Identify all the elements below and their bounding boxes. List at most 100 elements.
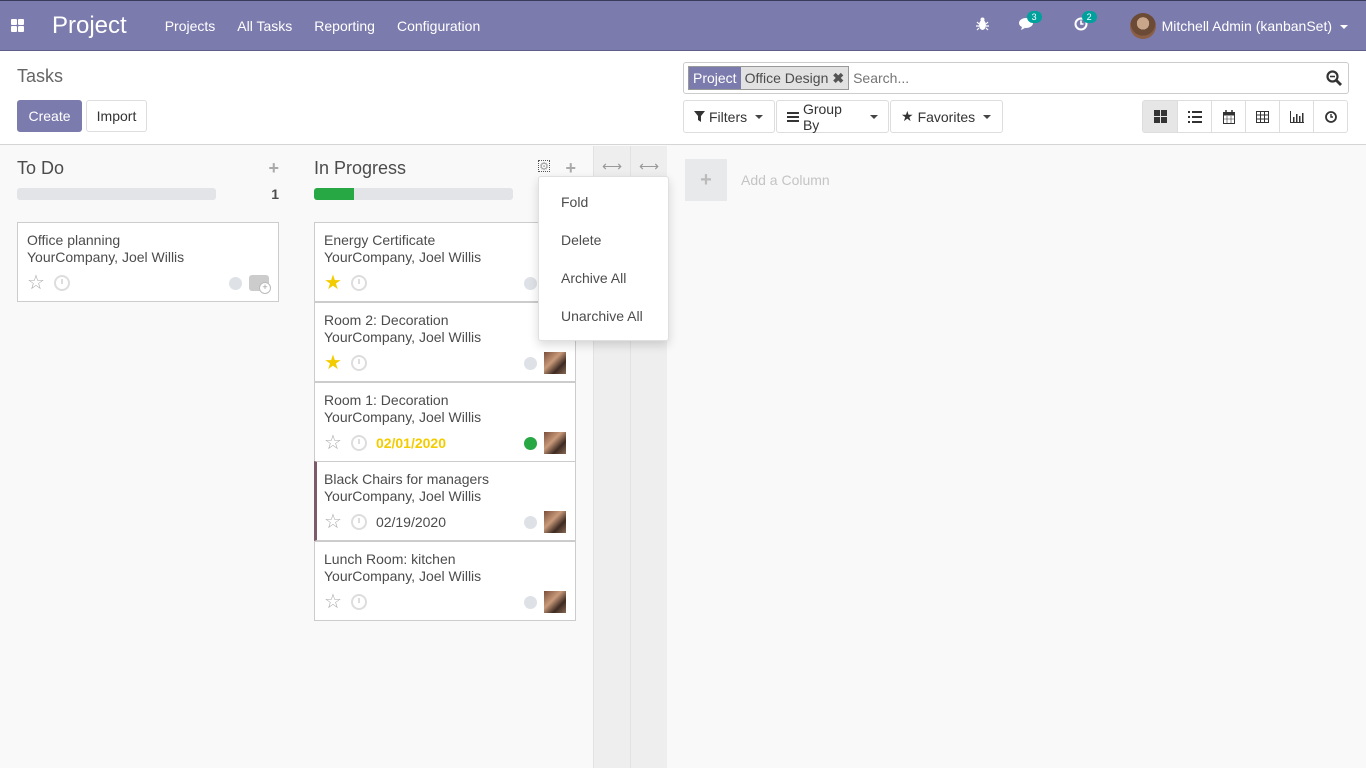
card-subtitle: YourCompany, Joel Willis	[324, 409, 482, 425]
apps-icon[interactable]	[11, 19, 24, 32]
calendar-view-button[interactable]	[1211, 101, 1245, 132]
view-switcher	[1142, 100, 1348, 133]
gear-icon[interactable]: ⚙	[538, 160, 550, 173]
activity-view-button[interactable]	[1313, 101, 1347, 132]
clock-icon[interactable]: 2	[1074, 11, 1097, 34]
control-panel: Tasks Create Import Project Office Desig…	[0, 51, 1366, 145]
kanban-board: To Do + 1 Office planning YourCompany, J…	[0, 146, 1366, 768]
task-card[interactable]: Room 1: Decoration YourCompany, Joel Wil…	[314, 382, 576, 462]
unfold-arrows-icon[interactable]: ⟷	[594, 158, 630, 175]
add-column[interactable]: + Add a Column	[685, 159, 830, 201]
kanban-state-dot[interactable]	[524, 436, 537, 450]
activity-clock-icon[interactable]	[350, 514, 367, 530]
column-title[interactable]: To Do	[17, 158, 64, 179]
kanban-state-dot[interactable]	[229, 276, 242, 290]
user-menu[interactable]: Mitchell Admin (kanbanSet)	[1162, 18, 1348, 34]
kanban-state-dot[interactable]	[524, 356, 537, 370]
kanban-column-todo: To Do + 1 Office planning YourCompany, J…	[17, 146, 279, 302]
card-subtitle: YourCompany, Joel Willis	[324, 568, 482, 584]
messages-badge: 3	[1026, 11, 1042, 23]
assignee-avatar	[544, 591, 566, 613]
user-name: Mitchell Admin (kanbanSet)	[1161, 17, 1332, 34]
task-card[interactable]: Room 2: Decoration YourCompany, Joel Wil…	[314, 302, 576, 382]
facet-value: Office Design ✖	[740, 67, 849, 89]
card-subtitle: YourCompany, Joel Willis	[324, 329, 482, 345]
card-subtitle: YourCompany, Joel Willis	[27, 249, 185, 265]
star-icon[interactable]: ★	[324, 353, 342, 373]
search-bar: Project Office Design ✖	[683, 62, 1349, 94]
group-by-button[interactable]: Group By	[776, 100, 889, 133]
favorites-label: Favorites	[917, 108, 976, 125]
card-title: Office planning	[27, 232, 121, 248]
calendar-icon	[1222, 109, 1235, 124]
clock-icon	[1324, 110, 1337, 123]
column-progress-bar[interactable]	[17, 188, 216, 200]
menu-item-delete[interactable]: Delete	[539, 221, 668, 259]
unfold-arrows-icon[interactable]: ⟷	[631, 158, 667, 175]
list-view-button[interactable]	[1177, 101, 1211, 132]
activity-clock-icon[interactable]	[53, 275, 70, 291]
group-by-label: Group By	[802, 100, 842, 133]
star-icon[interactable]: ☆	[324, 592, 342, 612]
create-button[interactable]: Create	[17, 100, 82, 132]
star-icon[interactable]: ☆	[27, 273, 45, 293]
card-title: Room 1: Decoration	[324, 392, 449, 408]
filter-icon	[694, 111, 705, 122]
kanban-view-button[interactable]	[1143, 101, 1177, 132]
kanban-state-dot[interactable]	[524, 595, 537, 609]
user-avatar[interactable]	[1129, 12, 1156, 39]
add-column-plus-icon[interactable]: +	[685, 159, 727, 201]
chat-icon[interactable]: 3	[1018, 11, 1042, 34]
pivot-view-button[interactable]	[1245, 101, 1279, 132]
column-title[interactable]: In Progress	[314, 158, 406, 179]
activity-clock-icon[interactable]	[350, 355, 367, 371]
menu-reporting[interactable]: Reporting	[314, 18, 375, 34]
camera-add-icon[interactable]	[249, 275, 271, 294]
menu-configuration[interactable]: Configuration	[397, 18, 480, 34]
bars-icon	[787, 111, 799, 122]
app-brand[interactable]: Project	[52, 12, 127, 40]
breadcrumb-title: Tasks	[17, 66, 64, 86]
facet-label: Project	[689, 67, 741, 89]
graph-view-button[interactable]	[1279, 101, 1313, 132]
star-icon: ★	[901, 108, 914, 124]
activity-clock-icon[interactable]	[350, 435, 367, 451]
kanban-state-dot[interactable]	[524, 276, 537, 290]
menu-item-fold[interactable]: Fold	[539, 183, 668, 221]
activity-clock-icon[interactable]	[350, 275, 367, 291]
favorites-button[interactable]: ★ Favorites	[890, 100, 1003, 133]
activity-clock-icon[interactable]	[350, 594, 367, 610]
filters-label: Filters	[709, 108, 748, 125]
star-icon[interactable]: ☆	[324, 512, 342, 532]
column-header: In Progress ⚙ +	[314, 146, 576, 186]
remove-facet-icon[interactable]: ✖	[832, 70, 844, 86]
search-input[interactable]	[853, 70, 1320, 86]
assignee-avatar	[544, 352, 566, 374]
caret-down-icon	[870, 114, 878, 119]
task-card[interactable]: Black Chairs for managers YourCompany, J…	[314, 461, 576, 541]
top-navbar: Project Projects All Tasks Reporting Con…	[0, 0, 1366, 51]
menu-item-archive-all[interactable]: Archive All	[539, 259, 668, 297]
column-count: 1	[271, 186, 279, 202]
kanban-icon	[1153, 110, 1167, 123]
menu-item-unarchive-all[interactable]: Unarchive All	[539, 297, 668, 335]
menu-projects[interactable]: Projects	[165, 18, 216, 34]
caret-down-icon	[983, 114, 992, 119]
filters-button[interactable]: Filters	[683, 100, 775, 133]
menu-all-tasks[interactable]: All Tasks	[237, 18, 292, 34]
caret-down-icon	[1340, 24, 1348, 29]
quick-create-plus-icon[interactable]: +	[268, 158, 279, 179]
task-card[interactable]: Energy Certificate YourCompany, Joel Wil…	[314, 222, 576, 302]
import-button[interactable]: Import	[86, 100, 147, 132]
assignee-avatar	[544, 432, 566, 454]
star-icon[interactable]: ★	[324, 273, 342, 293]
card-title: Room 2: Decoration	[324, 312, 449, 328]
add-column-label[interactable]: Add a Column	[741, 172, 830, 188]
search-icon[interactable]	[1320, 70, 1348, 86]
task-card[interactable]: Lunch Room: kitchen YourCompany, Joel Wi…	[314, 541, 576, 621]
bug-icon[interactable]	[975, 17, 989, 34]
task-card[interactable]: Office planning YourCompany, Joel Willis…	[17, 222, 279, 302]
column-progress-bar[interactable]	[314, 188, 513, 200]
star-icon[interactable]: ☆	[324, 433, 342, 453]
kanban-state-dot[interactable]	[524, 515, 537, 529]
